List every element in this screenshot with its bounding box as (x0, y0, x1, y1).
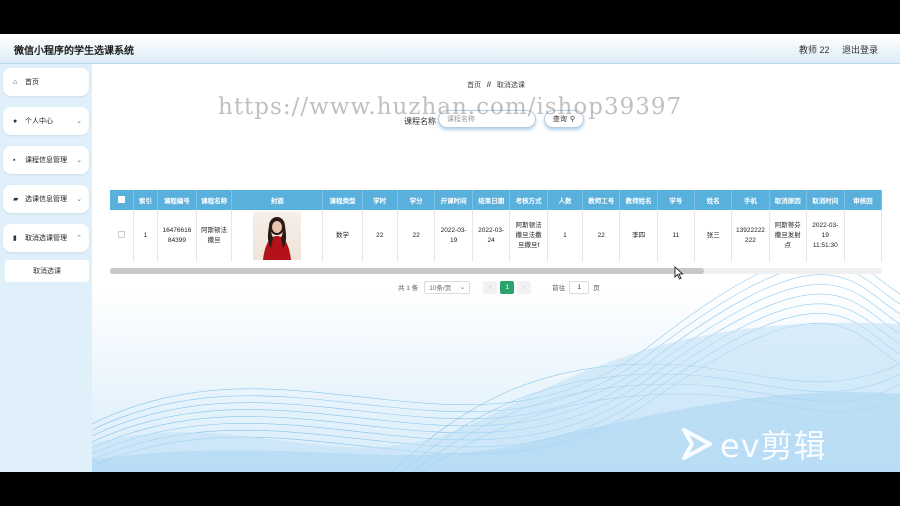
sidebar: ⌂ 首页 ● 个人中心 ⌄ ▪ 课程信息管理 ⌄ ▰ 选课信息管理 ⌄ ▮ 取消… (0, 64, 92, 472)
breadcrumb-home[interactable]: 首页 (467, 82, 481, 89)
chevron-down-icon: ⌄ (76, 157, 82, 164)
th-cancel-time: 取消时间 (806, 190, 845, 210)
play-logo-icon (682, 428, 712, 460)
user-label: 教师 22 (798, 45, 830, 55)
home-icon: ⌂ (13, 78, 18, 86)
sidebar-subitem-cancel[interactable]: 取消选课 (5, 260, 89, 282)
row-checkbox[interactable] (110, 210, 135, 262)
sidebar-item-label: 课程信息管理 (25, 157, 67, 164)
table-header-row: 索引 课程编号 课程名称 封面 课程类型 学时 学分 开课时间 结束日期 考核方… (110, 190, 882, 210)
url-watermark: https://www.huzhan.com/ishop39397 (218, 94, 683, 120)
cell-assessment: 阿斯顿法撒旦法撒旦撒旦f (509, 210, 548, 262)
mouse-cursor-icon (674, 266, 684, 280)
cell-cancel-reason: 阿斯蒂芬撒旦发射点 (769, 210, 807, 262)
logout-link[interactable]: 退出登录 (842, 45, 878, 55)
th-index: 索引 (133, 190, 158, 210)
user-icon: ● (13, 117, 18, 125)
cell-student-no: 11 (657, 210, 696, 262)
ev-logo-text: ev剪辑 (720, 427, 827, 465)
sidebar-item-home[interactable]: ⌂ 首页 (3, 68, 89, 96)
sidebar-item-label: 首页 (25, 79, 39, 86)
folder-icon: ▰ (13, 196, 19, 203)
th-assessment: 考核方式 (509, 190, 548, 210)
top-right: 教师 22 退出登录 (789, 43, 878, 56)
th-people: 人数 (547, 190, 584, 210)
cell-people: 1 (547, 210, 584, 262)
cell-student-name: 张三 (694, 210, 733, 262)
sidebar-item-label: 个人中心 (25, 118, 53, 125)
cover-image (253, 212, 302, 260)
app-title: 微信小程序的学生选课系统 (14, 46, 134, 57)
page-size-select[interactable]: 10条/页 ⌄ (424, 280, 471, 294)
cell-cover (231, 210, 324, 262)
select-all-checkbox[interactable] (110, 190, 135, 210)
page-size-value: 10条/页 (429, 285, 452, 292)
th-course-type: 课程类型 (322, 190, 363, 210)
chevron-down-icon: ⌄ (76, 196, 82, 203)
next-page-button[interactable]: › (517, 280, 532, 294)
bar-chart-icon: ▮ (13, 235, 17, 242)
page-number-current[interactable]: 1 (500, 280, 515, 294)
chevron-up-icon: ⌃ (76, 235, 82, 242)
breadcrumb-separator: // (487, 82, 491, 89)
chevron-down-icon: ⌄ (76, 118, 82, 125)
th-hours: 学时 (362, 190, 398, 210)
th-teacher-no: 教师工号 (582, 190, 621, 210)
cell-cancel-time: 2022-03-19 11:51:30 (806, 210, 845, 262)
breadcrumb: 首页 // 取消选课 (92, 80, 900, 90)
cell-hours: 22 (362, 210, 398, 262)
ev-logo: ev剪辑 (680, 424, 827, 465)
th-course-no: 课程编号 (157, 190, 198, 210)
goto-label: 前往 (552, 285, 566, 292)
th-student-name: 姓名 (694, 190, 733, 210)
th-course-name: 课程名称 (196, 190, 233, 210)
goto-page-input[interactable]: 1 (569, 280, 590, 294)
th-student-no: 学号 (657, 190, 696, 210)
prev-page-button[interactable]: ‹ (483, 280, 498, 294)
cell-course-no: 1647661684399 (157, 210, 198, 262)
cell-teacher-name: 李四 (619, 210, 658, 262)
page-suffix: 页 (593, 285, 600, 292)
cell-end: 2022-03-24 (472, 210, 511, 262)
th-start: 开课时间 (434, 190, 473, 210)
cell-credits: 22 (397, 210, 436, 262)
th-credits: 学分 (397, 190, 436, 210)
cell-index: 1 (133, 210, 158, 262)
table-row[interactable]: 1 1647661684399 阿斯顿法撒旦 数学 22 22 2022-03-… (110, 210, 882, 262)
top-bar: 微信小程序的学生选课系统 教师 22 退出登录 (0, 34, 900, 64)
scrollbar-thumb[interactable] (110, 268, 704, 274)
th-review: 审核回 (844, 190, 882, 210)
chevron-down-icon: ⌄ (459, 284, 466, 291)
main-content: 首页 // 取消选课 课程名称 课程名称 查询 ⚲ 索引 课程编号 课程名称 封… (92, 64, 900, 472)
sidebar-item-cancel-mgmt[interactable]: ▮ 取消选课管理 ⌃ (3, 224, 89, 252)
sidebar-item-profile[interactable]: ● 个人中心 ⌄ (3, 107, 89, 135)
sidebar-item-selection-info[interactable]: ▰ 选课信息管理 ⌄ (3, 185, 89, 213)
sidebar-item-course-info[interactable]: ▪ 课程信息管理 ⌄ (3, 146, 89, 174)
book-icon: ▪ (13, 156, 16, 164)
pagination-total: 共 1 条 (398, 285, 419, 292)
sidebar-item-label: 取消选课管理 (25, 235, 67, 242)
pagination: 共 1 条 10条/页 ⌄ ‹ 1 › 前往 1 页 (398, 280, 600, 294)
cell-teacher-no: 22 (582, 210, 621, 262)
sidebar-item-label: 选课信息管理 (25, 196, 67, 203)
th-end: 结束日期 (472, 190, 511, 210)
breadcrumb-current: 取消选课 (496, 82, 525, 89)
cell-phone: 13922222222 (731, 210, 770, 262)
table-scrollbar[interactable] (110, 268, 882, 274)
cell-course-name: 阿斯顿法撒旦 (196, 210, 233, 262)
th-cover: 封面 (231, 190, 324, 210)
cell-review (844, 210, 882, 262)
data-table: 索引 课程编号 课程名称 封面 课程类型 学时 学分 开课时间 结束日期 考核方… (110, 190, 882, 268)
th-phone: 手机 (731, 190, 770, 210)
th-teacher-name: 教师姓名 (619, 190, 658, 210)
th-cancel-reason: 取消原因 (769, 190, 807, 210)
cell-start: 2022-03-19 (434, 210, 473, 262)
cell-course-type: 数学 (322, 210, 363, 262)
